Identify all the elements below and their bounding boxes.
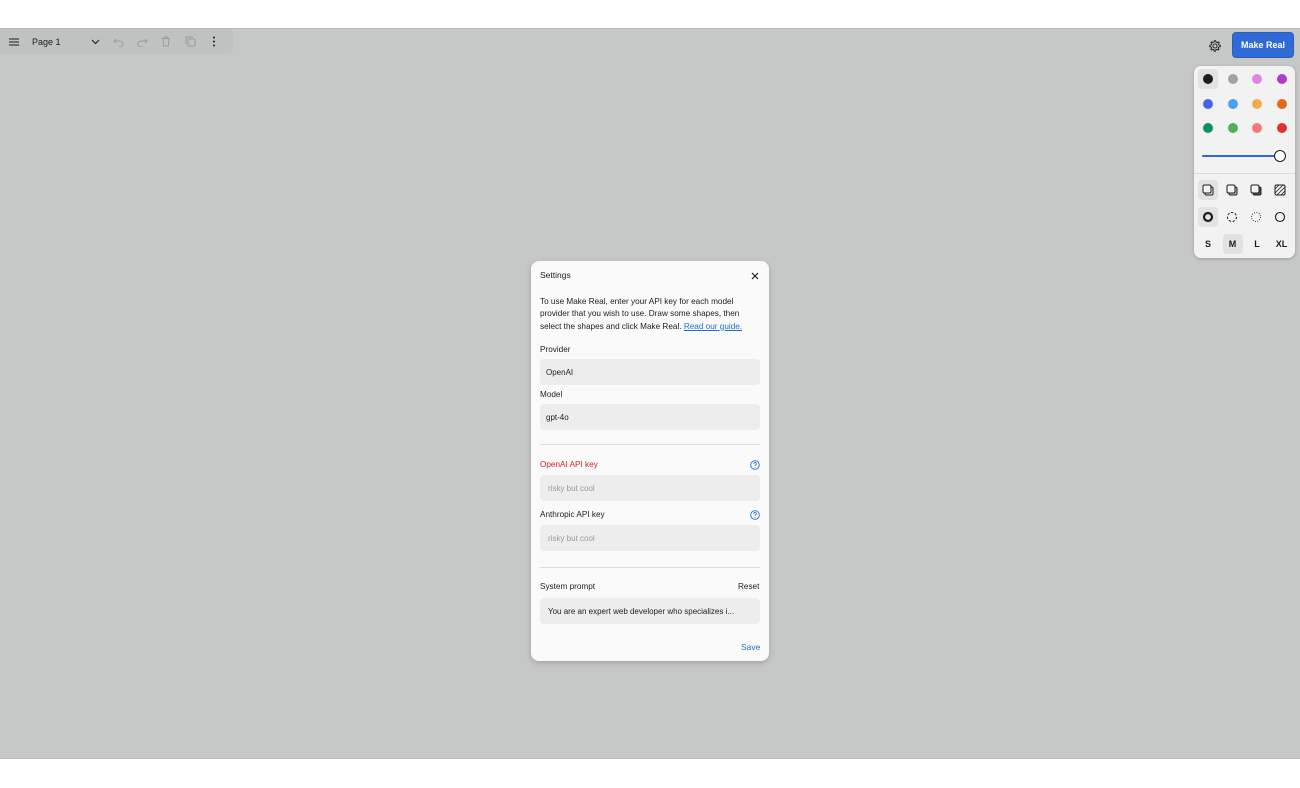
more-options-icon[interactable]	[202, 29, 226, 54]
page-name[interactable]: Page 1	[28, 37, 84, 47]
trash-icon[interactable]	[154, 29, 178, 54]
provider-label: Provider	[540, 345, 571, 354]
model-select[interactable]: gpt-4o	[540, 404, 760, 430]
size-option-m[interactable]: M	[1222, 234, 1243, 254]
menu-bar: Page 1	[0, 29, 233, 54]
color-swatch[interactable]	[1223, 94, 1243, 114]
color-swatch[interactable]	[1198, 69, 1218, 89]
divider	[1194, 173, 1295, 174]
model-label: Model	[540, 390, 563, 399]
chevron-down-icon[interactable]	[84, 29, 106, 54]
openai-api-key-label: OpenAI API key	[540, 460, 598, 469]
color-dot	[1227, 74, 1238, 84]
color-swatch[interactable]	[1198, 118, 1218, 138]
fill-none-icon[interactable]	[1198, 180, 1218, 200]
color-swatch[interactable]	[1223, 69, 1243, 89]
dialog-title: Settings	[540, 270, 571, 280]
color-dot	[1252, 74, 1262, 84]
color-swatch[interactable]	[1223, 118, 1243, 138]
color-dot	[1227, 123, 1238, 133]
color-swatch[interactable]	[1247, 94, 1267, 114]
color-swatch[interactable]	[1247, 69, 1267, 89]
undo-icon[interactable]	[106, 29, 130, 54]
help-icon[interactable]	[750, 510, 760, 520]
divider	[540, 444, 760, 445]
size-option-l[interactable]: L	[1247, 234, 1267, 254]
provider-select[interactable]: OpenAI	[540, 359, 760, 385]
openai-api-key-input[interactable]: risky but cool	[540, 475, 760, 501]
anthropic-api-key-label: Anthropic API key	[540, 510, 605, 519]
fill-solid-icon[interactable]	[1246, 180, 1266, 200]
system-prompt-input[interactable]: You are an expert web developer who spec…	[540, 598, 760, 624]
reset-button[interactable]: Reset	[738, 582, 759, 591]
settings-dialog: Settings To use Make Real, enter your AP…	[531, 261, 769, 661]
close-icon[interactable]	[747, 268, 763, 284]
opacity-slider-thumb[interactable]	[1274, 150, 1286, 162]
make-real-button[interactable]: Make Real	[1232, 32, 1294, 58]
system-prompt-label: System prompt	[540, 582, 596, 591]
color-dot	[1276, 123, 1287, 133]
gear-icon[interactable]	[1204, 35, 1225, 56]
size-option-s[interactable]: S	[1198, 234, 1218, 254]
dash-draw-icon[interactable]	[1198, 207, 1218, 227]
intro-text: To use Make Real, enter your API key for…	[540, 296, 762, 333]
color-dot	[1203, 123, 1213, 133]
color-swatch[interactable]	[1272, 94, 1292, 114]
color-dot	[1276, 98, 1287, 109]
dash-dashed-icon[interactable]	[1222, 207, 1242, 227]
style-panel: S M L XL	[1194, 66, 1295, 258]
color-dot	[1203, 74, 1213, 84]
fill-pattern-icon[interactable]	[1270, 180, 1290, 200]
fill-semi-icon[interactable]	[1222, 180, 1242, 200]
hamburger-menu-icon[interactable]	[0, 29, 28, 54]
color-swatch[interactable]	[1198, 94, 1218, 114]
color-dot	[1276, 74, 1287, 84]
duplicate-icon[interactable]	[178, 29, 202, 54]
color-dot	[1252, 123, 1262, 133]
color-swatch[interactable]	[1272, 69, 1292, 89]
color-dot	[1227, 98, 1238, 109]
dash-dotted-icon[interactable]	[1246, 207, 1266, 227]
guide-link[interactable]: Read our guide.	[684, 322, 742, 331]
size-option-xl[interactable]: XL	[1272, 234, 1292, 254]
opacity-slider[interactable]	[1202, 155, 1278, 157]
help-icon[interactable]	[750, 460, 760, 470]
divider	[540, 567, 760, 568]
color-dot	[1203, 98, 1213, 109]
color-dot	[1252, 98, 1262, 109]
color-swatch[interactable]	[1272, 118, 1292, 138]
anthropic-api-key-input[interactable]: risky but cool	[540, 525, 760, 551]
color-swatch[interactable]	[1247, 118, 1267, 138]
redo-icon[interactable]	[130, 29, 154, 54]
save-button[interactable]: Save	[741, 642, 760, 652]
dash-solid-icon[interactable]	[1270, 207, 1290, 227]
